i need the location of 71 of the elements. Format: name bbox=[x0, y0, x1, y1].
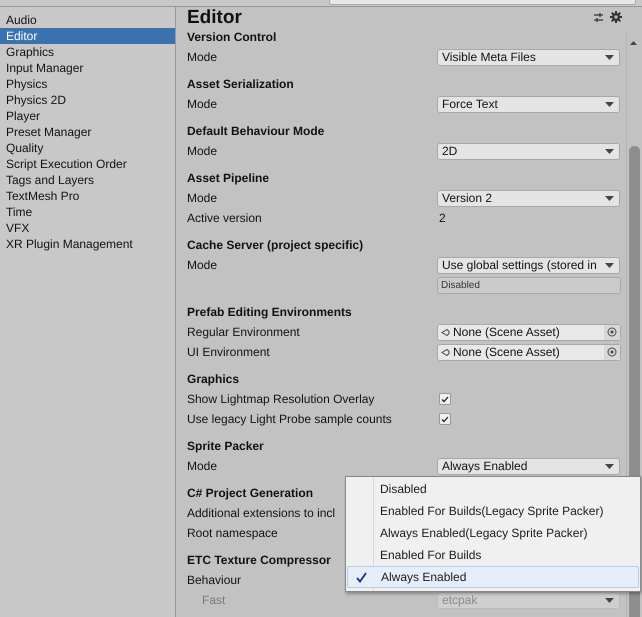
field-label: Additional extensions to incl bbox=[187, 506, 336, 520]
sidebar-item[interactable]: Input Manager bbox=[0, 60, 175, 76]
dropdown[interactable]: Use global settings (stored in bbox=[437, 256, 620, 274]
section-header: Cache Server (project specific) bbox=[187, 237, 364, 254]
dropdown-arrow-icon bbox=[605, 262, 614, 268]
field-label: Mode bbox=[187, 50, 218, 64]
sidebar-item[interactable]: XR Plugin Management bbox=[0, 236, 175, 252]
field-label: Use legacy Light Probe sample counts bbox=[187, 412, 392, 426]
checkbox[interactable] bbox=[439, 393, 451, 405]
section-header: Version Control bbox=[187, 29, 276, 46]
field-label: Mode bbox=[187, 97, 218, 111]
field-label: Root namespace bbox=[187, 526, 278, 540]
section-header: Asset Serialization bbox=[187, 76, 294, 93]
dropdown[interactable]: Version 2 bbox=[437, 190, 620, 206]
sidebar-item[interactable]: Audio bbox=[0, 12, 175, 28]
field-label: Mode bbox=[187, 459, 218, 473]
dropdown-arrow-icon bbox=[605, 598, 614, 602]
checkbox[interactable] bbox=[439, 413, 451, 425]
section-header: Default Behaviour Mode bbox=[187, 123, 324, 140]
sidebar-item[interactable]: Time bbox=[0, 204, 175, 220]
object-field[interactable]: None (Scene Asset) bbox=[437, 344, 621, 360]
menu-item[interactable]: Enabled For Builds(Legacy Sprite Packer) bbox=[347, 500, 639, 522]
sidebar-item[interactable]: Physics bbox=[0, 76, 175, 92]
check-icon bbox=[356, 572, 367, 582]
dropdown-arrow-icon bbox=[605, 196, 614, 200]
field-label: Mode bbox=[187, 258, 218, 272]
field-value: 2 bbox=[438, 211, 446, 225]
sidebar-item[interactable]: Graphics bbox=[0, 44, 175, 60]
dropdown-arrow-icon bbox=[605, 148, 614, 154]
panel-title: Editor bbox=[187, 7, 242, 29]
sidebar-item[interactable]: Tags and Layers bbox=[0, 172, 175, 188]
section-header: Asset Pipeline bbox=[187, 170, 270, 187]
dropdown-arrow-icon bbox=[605, 464, 614, 468]
dropdown[interactable]: 2D bbox=[437, 142, 620, 160]
menu-item[interactable]: Enabled For Builds bbox=[347, 544, 639, 566]
sidebar-item[interactable]: Physics 2D bbox=[0, 92, 175, 108]
object-field[interactable]: None (Scene Asset) bbox=[437, 324, 621, 340]
field-label: Fast bbox=[202, 593, 226, 607]
dropdown-arrow-icon bbox=[605, 54, 614, 60]
sidebar-item[interactable]: VFX bbox=[0, 220, 175, 236]
field-label: UI Environment bbox=[187, 345, 270, 359]
sidebar-item[interactable]: Script Execution Order bbox=[0, 156, 175, 172]
sidebar-item[interactable]: Player bbox=[0, 108, 175, 124]
field-label: Active version bbox=[187, 211, 262, 225]
field-label: Mode bbox=[187, 191, 218, 205]
section-header: Graphics bbox=[187, 371, 240, 388]
settings-icon[interactable] bbox=[610, 11, 622, 23]
menu-item[interactable]: Disabled bbox=[347, 478, 639, 500]
dropdown-arrow-icon bbox=[605, 102, 614, 106]
field-label: Behaviour bbox=[187, 573, 242, 587]
scene-icon bbox=[441, 328, 450, 336]
status-field: Disabled bbox=[437, 276, 621, 294]
section-header: C# Project Generation bbox=[187, 485, 314, 502]
menu-item[interactable]: Always Enabled bbox=[347, 566, 639, 588]
section-header: Sprite Packer bbox=[187, 438, 264, 455]
sidebar-item[interactable]: Editor bbox=[0, 28, 175, 44]
scroll-up-icon[interactable] bbox=[630, 41, 637, 45]
sidebar-item[interactable]: Preset Manager bbox=[0, 124, 175, 140]
dropdown[interactable]: Force Text bbox=[437, 96, 620, 112]
sidebar-item[interactable]: Quality bbox=[0, 140, 175, 156]
field-label: Regular Environment bbox=[187, 325, 300, 339]
sliders-icon[interactable] bbox=[593, 12, 604, 22]
field-label: Show Lightmap Resolution Overlay bbox=[187, 392, 374, 406]
menu-item[interactable]: Always Enabled(Legacy Sprite Packer) bbox=[347, 522, 639, 544]
section-header: ETC Texture Compressor bbox=[187, 552, 331, 569]
dropdown[interactable]: Visible Meta Files bbox=[437, 48, 620, 66]
section-header: Prefab Editing Environments bbox=[187, 304, 352, 321]
dropdown[interactable]: Always Enabled bbox=[437, 458, 620, 474]
sidebar-item[interactable]: TextMesh Pro bbox=[0, 188, 175, 204]
scene-icon bbox=[441, 348, 450, 356]
field-label: Mode bbox=[187, 144, 218, 158]
